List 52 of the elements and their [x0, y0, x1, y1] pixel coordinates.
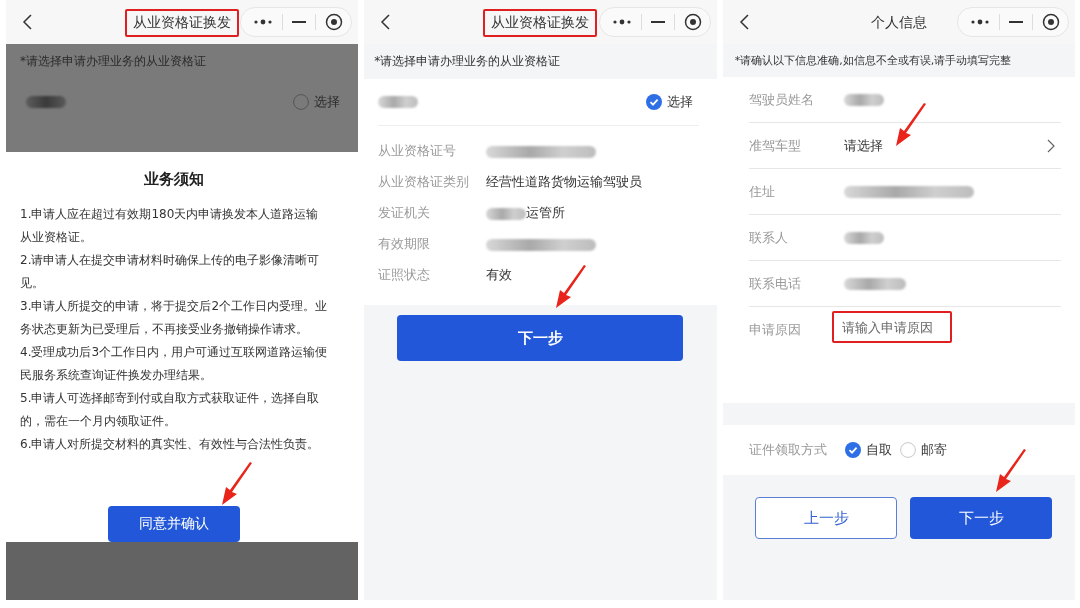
close-icon[interactable]: [1042, 13, 1060, 31]
dialog-title: 业务须知: [143, 170, 206, 189]
page-title: 从业资格证换发: [125, 9, 240, 37]
field-label: 从业资格证类别: [378, 174, 471, 191]
page-title: 从业资格证换发: [483, 9, 598, 37]
field-label: 证照状态: [378, 267, 432, 284]
field-label: 联系人: [748, 228, 789, 247]
back-icon[interactable]: [22, 13, 34, 31]
close-icon[interactable]: [683, 13, 702, 31]
minimize-icon[interactable]: [650, 20, 665, 24]
next-button[interactable]: 下一步: [910, 497, 1053, 539]
radio-label[interactable]: 自取: [865, 441, 892, 459]
page-title: 个人信息: [869, 13, 928, 32]
confirm-button[interactable]: 同意并确认: [108, 506, 241, 542]
notice-paragraph: 4.受理成功后3个工作日内，用户可通过互联网道路运输便民服务系统查询证件换发办理结果。: [20, 344, 329, 384]
notice-paragraph: 5.申请人可选择邮寄到付或自取方式获取证件，选择自取的，需在一个月内领取证件。: [20, 390, 321, 430]
notice-paragraph: 1.申请人应在超过有效期180天内申请换发本人道路运输从业资格证。: [20, 206, 320, 246]
more-icon[interactable]: [611, 18, 632, 26]
radio-button[interactable]: [293, 94, 310, 110]
minimize-icon[interactable]: [292, 20, 307, 24]
notice-paragraph: 2.请申请人在提交申请材料时确保上传的电子影像清晰可见。: [20, 252, 321, 292]
chevron-right-icon: [1047, 138, 1055, 153]
back-icon[interactable]: [738, 13, 751, 31]
notice-paragraph: 6.申请人对所提交材料的真实性、有效性与合法性负责。: [20, 436, 321, 453]
field-label: 证件领取方式: [748, 441, 828, 459]
checked-radio[interactable]: [645, 94, 662, 110]
field-label: 发证机关: [378, 205, 432, 222]
radio-label[interactable]: 邮寄: [920, 441, 947, 459]
next-button[interactable]: 下一步: [397, 315, 684, 361]
more-icon[interactable]: [970, 18, 990, 26]
minimize-icon[interactable]: [1009, 20, 1023, 24]
field-label: 准驾车型: [748, 136, 802, 155]
reason-field[interactable]: 请输入申请原因: [831, 311, 952, 343]
hint-text: *请选择申请办理业务的从业资格证: [19, 53, 207, 70]
field-label: 联系电话: [748, 274, 802, 293]
field-label: 申请原因: [748, 321, 802, 339]
field-value: 有效: [486, 267, 513, 284]
select-label[interactable]: 选择: [666, 93, 693, 111]
field-value: 经营性道路货物运输驾驶员: [486, 174, 643, 191]
select-field[interactable]: 请选择: [843, 137, 883, 153]
field-label: 从业资格证号: [378, 143, 458, 160]
more-icon[interactable]: [253, 18, 274, 26]
checked-radio[interactable]: [844, 442, 861, 458]
notice-paragraph: 3.申请人所提交的申请，将于提交后2个工作日内受理。业务状态更新为已受理后，不再接受业务撤销操作请求。: [20, 298, 329, 338]
field-value: 运管所: [526, 205, 566, 222]
previous-button[interactable]: 上一步: [755, 497, 898, 539]
close-icon[interactable]: [325, 13, 344, 31]
field-label: 有效期限: [378, 236, 432, 253]
field-label: 住址: [748, 182, 776, 201]
field-label: 驾驶员姓名: [748, 90, 815, 109]
back-icon[interactable]: [380, 13, 393, 31]
select-label[interactable]: 选择: [314, 93, 341, 111]
